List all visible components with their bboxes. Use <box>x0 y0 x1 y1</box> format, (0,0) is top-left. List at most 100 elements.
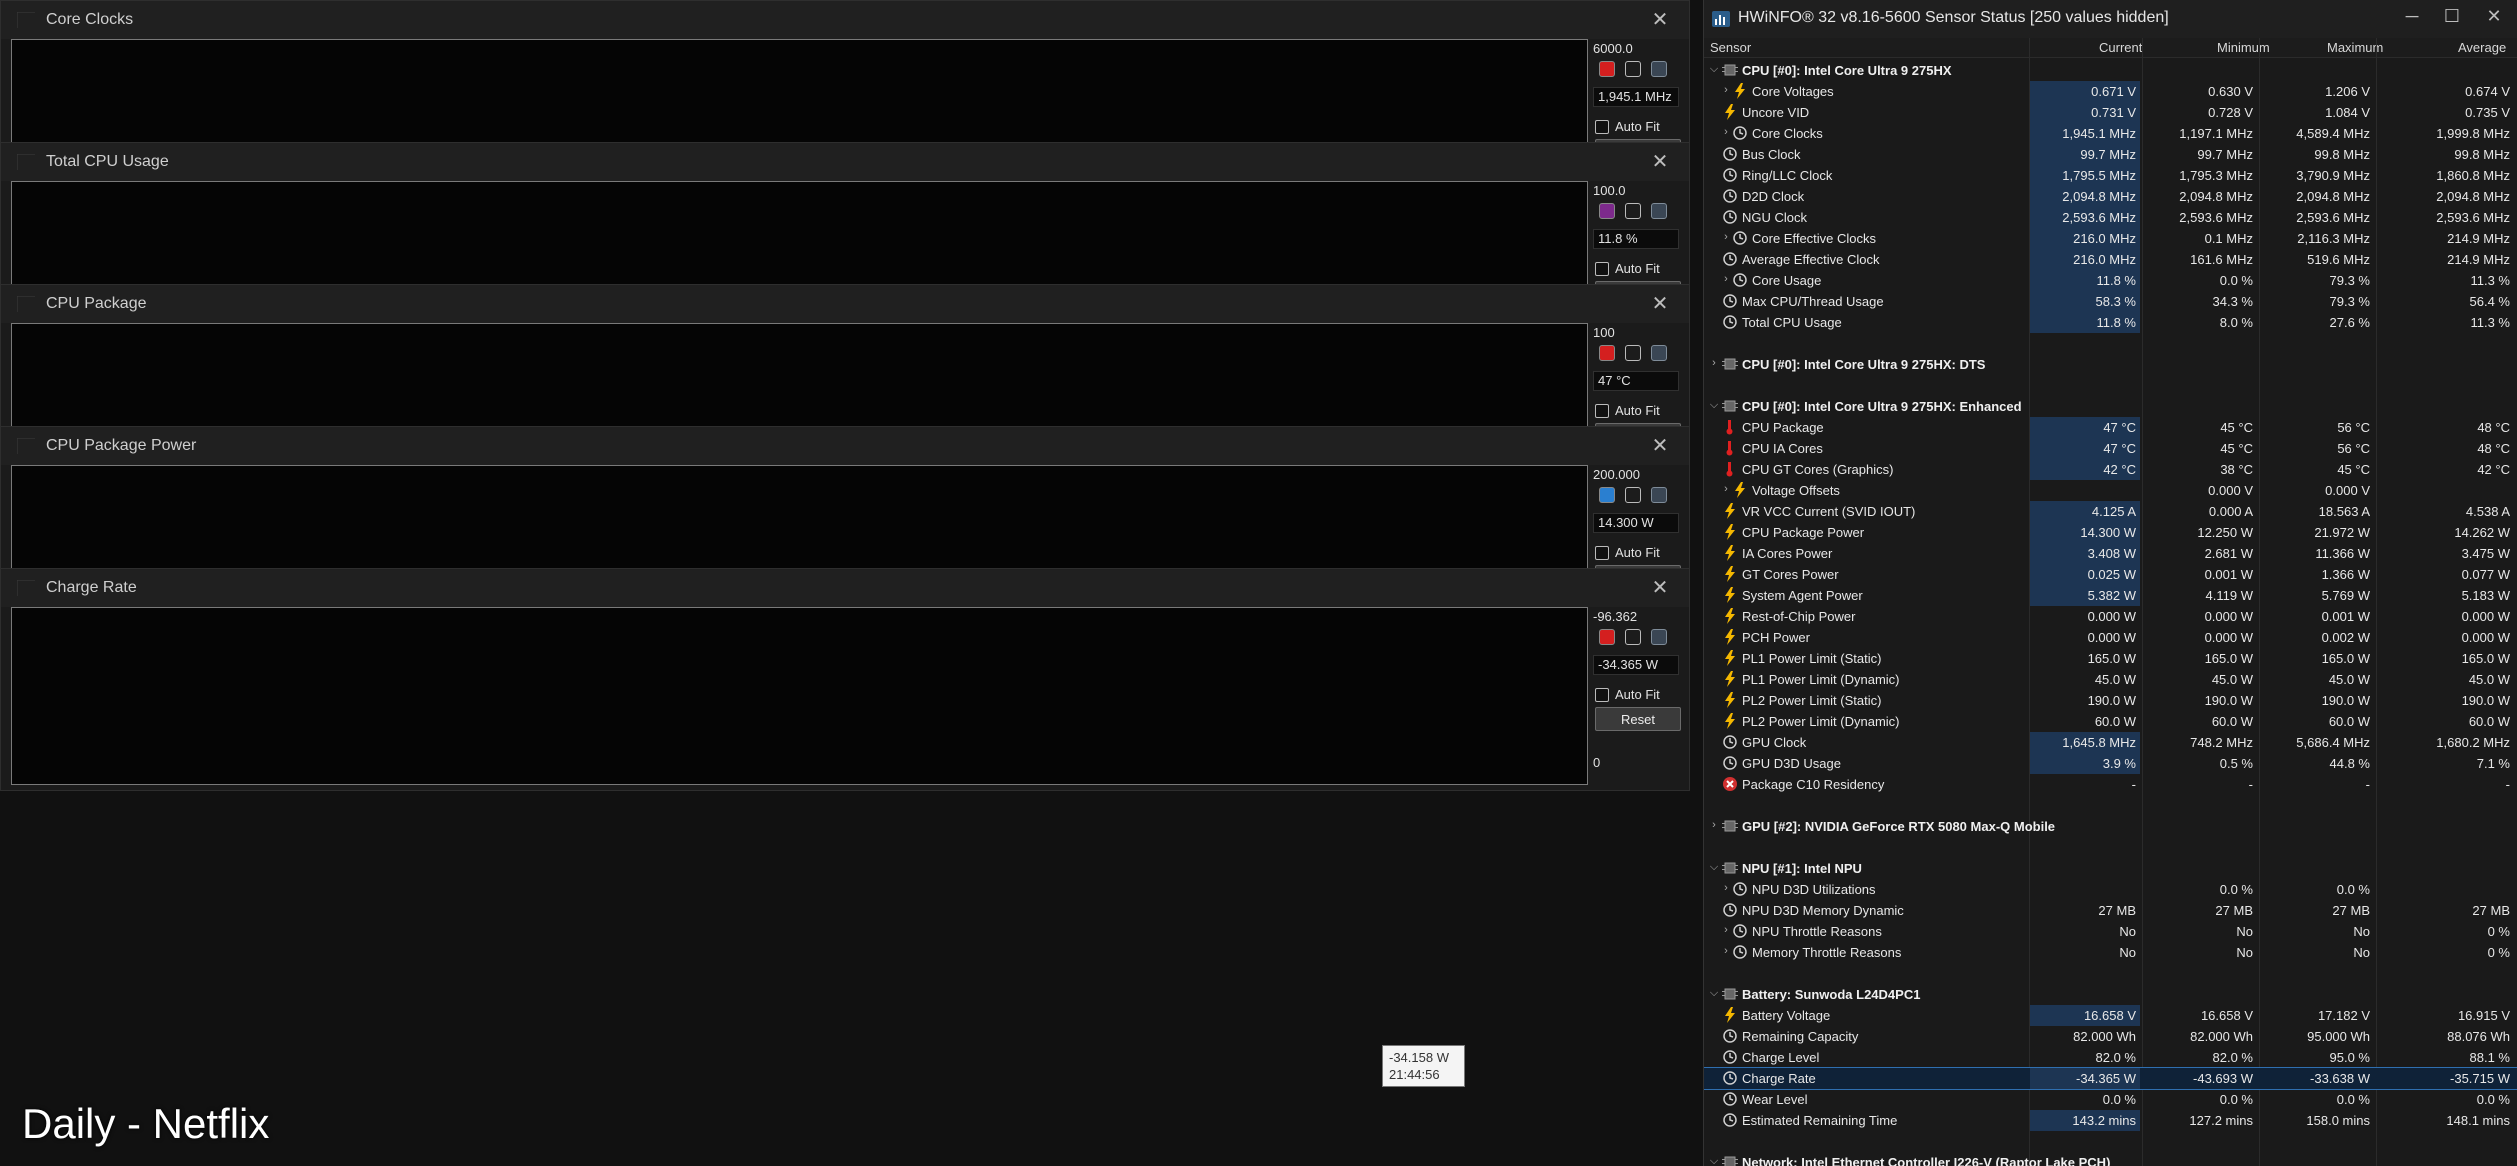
sensor-row[interactable]: IA Cores Power 3.408 W 2.681 W 11.366 W … <box>1704 543 2517 564</box>
graph-titlebar[interactable]: CPU Package Power ✕ <box>1 427 1689 465</box>
autofit-checkbox[interactable]: Auto Fit <box>1595 403 1660 418</box>
sensor-row[interactable]: › Memory Throttle Reasons No No No 0 % <box>1704 942 2517 963</box>
checkbox-box[interactable] <box>1595 119 1609 134</box>
sensor-row[interactable]: CPU IA Cores 47 °C 45 °C 56 °C 48 °C <box>1704 438 2517 459</box>
checkbox-box[interactable] <box>1595 545 1609 560</box>
chevron-down-icon[interactable]: ⌵ <box>1708 1155 1720 1166</box>
sensor-row[interactable]: VR VCC Current (SVID IOUT) 4.125 A 0.000… <box>1704 501 2517 522</box>
sensor-row[interactable]: › NPU D3D Utilizations 0.0 % 0.0 % <box>1704 879 2517 900</box>
graph-grid-swatch[interactable] <box>1651 203 1667 219</box>
sensor-row[interactable]: CPU Package Power 14.300 W 12.250 W 21.9… <box>1704 522 2517 543</box>
graph-bg-swatch[interactable] <box>1625 629 1641 645</box>
sensor-row[interactable]: Package C10 Residency - - - - <box>1704 774 2517 795</box>
close-graph-button[interactable]: ✕ <box>1647 575 1673 600</box>
minimize-button[interactable]: ─ <box>2397 6 2427 27</box>
chevron-right-icon[interactable]: › <box>1720 273 1732 285</box>
graph-bg-swatch[interactable] <box>1625 487 1641 503</box>
sensor-group-row[interactable]: ⌵ NPU [#1]: Intel NPU <box>1704 858 2517 879</box>
close-graph-button[interactable]: ✕ <box>1647 149 1673 174</box>
autofit-checkbox[interactable]: Auto Fit <box>1595 261 1660 276</box>
chevron-right-icon[interactable]: › <box>1708 819 1720 831</box>
chevron-down-icon[interactable]: ⌵ <box>1708 861 1720 874</box>
sensor-row[interactable]: GPU D3D Usage 3.9 % 0.5 % 44.8 % 7.1 % <box>1704 753 2517 774</box>
sensor-window-titlebar[interactable]: HWiNFO® 32 v8.16-5600 Sensor Status [250… <box>1704 0 2517 38</box>
col-maximum[interactable]: Maximum <box>2327 40 2383 55</box>
sensor-row[interactable]: Rest-of-Chip Power 0.000 W 0.000 W 0.001… <box>1704 606 2517 627</box>
graph-titlebar[interactable]: Core Clocks ✕ <box>1 1 1689 39</box>
sensor-row[interactable]: PCH Power 0.000 W 0.000 W 0.002 W 0.000 … <box>1704 627 2517 648</box>
graph-color-swatch[interactable] <box>1599 61 1615 77</box>
sensor-row[interactable]: Max CPU/Thread Usage 58.3 % 34.3 % 79.3 … <box>1704 291 2517 312</box>
reset-button[interactable]: Reset <box>1595 707 1681 731</box>
sensor-row[interactable]: CPU GT Cores (Graphics) 42 °C 38 °C 45 °… <box>1704 459 2517 480</box>
chevron-right-icon[interactable]: › <box>1708 357 1720 369</box>
checkbox-box[interactable] <box>1595 687 1609 702</box>
graph-bg-swatch[interactable] <box>1625 203 1641 219</box>
sensor-row[interactable]: › Core Voltages 0.671 V 0.630 V 1.206 V … <box>1704 81 2517 102</box>
sensor-group-row[interactable]: ⌵ Battery: Sunwoda L24D4PC1 <box>1704 984 2517 1005</box>
graph-color-swatch[interactable] <box>1599 345 1615 361</box>
autofit-checkbox[interactable]: Auto Fit <box>1595 687 1660 702</box>
sensor-row[interactable]: › Core Clocks 1,945.1 MHz 1,197.1 MHz 4,… <box>1704 123 2517 144</box>
sensor-row[interactable]: Average Effective Clock 216.0 MHz 161.6 … <box>1704 249 2517 270</box>
close-graph-button[interactable]: ✕ <box>1647 433 1673 458</box>
checkbox-box[interactable] <box>1595 261 1609 276</box>
autofit-checkbox[interactable]: Auto Fit <box>1595 119 1660 134</box>
close-graph-button[interactable]: ✕ <box>1647 7 1673 32</box>
graph-color-swatch[interactable] <box>1599 487 1615 503</box>
chevron-down-icon[interactable]: ⌵ <box>1708 399 1720 412</box>
sensor-row[interactable]: › Core Effective Clocks 216.0 MHz 0.1 MH… <box>1704 228 2517 249</box>
sensor-row[interactable]: NPU D3D Memory Dynamic 27 MB 27 MB 27 MB… <box>1704 900 2517 921</box>
sensor-row[interactable]: Charge Rate -34.365 W -43.693 W -33.638 … <box>1704 1067 2517 1090</box>
sensor-row[interactable]: Estimated Remaining Time 143.2 mins 127.… <box>1704 1110 2517 1131</box>
chevron-right-icon[interactable]: › <box>1720 483 1732 495</box>
sensor-row[interactable]: Remaining Capacity 82.000 Wh 82.000 Wh 9… <box>1704 1026 2517 1047</box>
sensor-row[interactable]: Uncore VID 0.731 V 0.728 V 1.084 V 0.735… <box>1704 102 2517 123</box>
graph-color-swatch[interactable] <box>1599 203 1615 219</box>
sensor-row[interactable]: GPU Clock 1,645.8 MHz 748.2 MHz 5,686.4 … <box>1704 732 2517 753</box>
sensor-row[interactable]: › Core Usage 11.8 % 0.0 % 79.3 % 11.3 % <box>1704 270 2517 291</box>
chevron-right-icon[interactable]: › <box>1720 84 1732 96</box>
sensor-row[interactable]: D2D Clock 2,094.8 MHz 2,094.8 MHz 2,094.… <box>1704 186 2517 207</box>
chevron-right-icon[interactable]: › <box>1720 126 1732 138</box>
chevron-right-icon[interactable]: › <box>1720 924 1732 936</box>
sensor-row[interactable]: › Voltage Offsets 0.000 V 0.000 V <box>1704 480 2517 501</box>
sensor-row[interactable]: PL1 Power Limit (Static) 165.0 W 165.0 W… <box>1704 648 2517 669</box>
sensor-row[interactable]: NGU Clock 2,593.6 MHz 2,593.6 MHz 2,593.… <box>1704 207 2517 228</box>
sensor-group-row[interactable]: › CPU [#0]: Intel Core Ultra 9 275HX: DT… <box>1704 354 2517 375</box>
sensor-row[interactable]: CPU Package 47 °C 45 °C 56 °C 48 °C <box>1704 417 2517 438</box>
sensor-row[interactable]: Charge Level 82.0 % 82.0 % 95.0 % 88.1 % <box>1704 1047 2517 1068</box>
close-graph-button[interactable]: ✕ <box>1647 291 1673 316</box>
chevron-right-icon[interactable]: › <box>1720 945 1732 957</box>
sensor-row[interactable]: PL2 Power Limit (Static) 190.0 W 190.0 W… <box>1704 690 2517 711</box>
sensor-row[interactable]: PL1 Power Limit (Dynamic) 45.0 W 45.0 W … <box>1704 669 2517 690</box>
close-button[interactable]: ✕ <box>2479 6 2509 27</box>
graph-titlebar[interactable]: CPU Package ✕ <box>1 285 1689 323</box>
sensor-group-row[interactable]: ⌵ CPU [#0]: Intel Core Ultra 9 275HX <box>1704 60 2517 81</box>
sensor-row[interactable]: PL2 Power Limit (Dynamic) 60.0 W 60.0 W … <box>1704 711 2517 732</box>
graph-grid-swatch[interactable] <box>1651 629 1667 645</box>
sensor-row[interactable]: › NPU Throttle Reasons No No No 0 % <box>1704 921 2517 942</box>
graph-grid-swatch[interactable] <box>1651 487 1667 503</box>
graph-bg-swatch[interactable] <box>1625 61 1641 77</box>
graph-titlebar[interactable]: Charge Rate ✕ <box>1 569 1689 607</box>
sensor-group-row[interactable]: ⌵ Network: Intel Ethernet Controller I22… <box>1704 1152 2517 1166</box>
autofit-checkbox[interactable]: Auto Fit <box>1595 545 1660 560</box>
graph-grid-swatch[interactable] <box>1651 345 1667 361</box>
col-sensor[interactable]: Sensor <box>1710 40 1751 55</box>
chevron-down-icon[interactable]: ⌵ <box>1708 987 1720 1000</box>
sensor-row[interactable]: Battery Voltage 16.658 V 16.658 V 17.182… <box>1704 1005 2517 1026</box>
sensor-row[interactable]: Bus Clock 99.7 MHz 99.7 MHz 99.8 MHz 99.… <box>1704 144 2517 165</box>
sensor-row[interactable]: System Agent Power 5.382 W 4.119 W 5.769… <box>1704 585 2517 606</box>
sensor-row[interactable]: GT Cores Power 0.025 W 0.001 W 1.366 W 0… <box>1704 564 2517 585</box>
col-current[interactable]: Current <box>2099 40 2142 55</box>
checkbox-box[interactable] <box>1595 403 1609 418</box>
chevron-right-icon[interactable]: › <box>1720 231 1732 243</box>
graph-color-swatch[interactable] <box>1599 629 1615 645</box>
graph-bg-swatch[interactable] <box>1625 345 1641 361</box>
maximize-button[interactable]: ☐ <box>2437 6 2467 27</box>
sensor-row[interactable]: Total CPU Usage 11.8 % 8.0 % 27.6 % 11.3… <box>1704 312 2517 333</box>
col-minimum[interactable]: Minimum <box>2217 40 2270 55</box>
graph-grid-swatch[interactable] <box>1651 61 1667 77</box>
sensor-group-row[interactable]: › GPU [#2]: NVIDIA GeForce RTX 5080 Max-… <box>1704 816 2517 837</box>
